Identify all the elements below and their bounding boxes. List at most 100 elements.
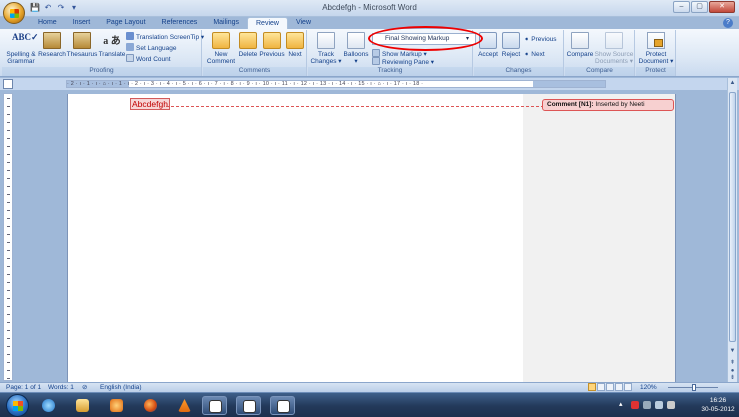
spelling-grammar-button[interactable]: ABC✓ Spelling & Grammar (4, 32, 38, 65)
next-comment-icon (286, 32, 304, 49)
scroll-up-icon[interactable]: ▲ (729, 80, 736, 87)
comment-balloon[interactable]: Comment [N1]: Inserted by Neeti (542, 99, 674, 111)
translate-button[interactable]: a あ Translate (98, 32, 126, 58)
ribbon-tabs: Home Insert Page Layout References Maili… (30, 17, 319, 29)
signal-icon[interactable] (655, 401, 663, 409)
page-count[interactable]: Page: 1 of 1 (6, 383, 41, 392)
scroll-down-icon[interactable]: ▼ (729, 348, 736, 355)
delete-comment-button[interactable]: Delete (237, 32, 259, 58)
start-button[interactable] (6, 394, 29, 417)
outline-view-button[interactable] (615, 383, 623, 391)
horizontal-ruler[interactable]: · 2 · ı · 1 · ı · ⌂ · ı · 1 · ı · 2 · ı … (66, 80, 606, 88)
reject-button[interactable]: Reject (500, 32, 522, 58)
status-bar: Page: 1 of 1 Words: 1 ⊘ English (India) … (0, 382, 739, 392)
protect-document-button[interactable]: Protect Document ▾ (637, 32, 675, 65)
research-button[interactable]: Research (38, 32, 66, 58)
next-comment-button[interactable]: Next (285, 32, 305, 58)
taskbar-word-window-3[interactable] (270, 396, 295, 415)
file-explorer-icon[interactable] (70, 396, 95, 415)
comments-group-label: Comments (203, 67, 306, 76)
vertical-ruler-tick (7, 282, 10, 283)
reviewing-pane-icon (372, 57, 380, 65)
tab-view[interactable]: View (288, 17, 319, 29)
clock-time: 16:26 (709, 397, 727, 404)
close-button[interactable]: ✕ (709, 1, 735, 13)
network-icon[interactable] (643, 401, 651, 409)
vertical-ruler-tick (7, 378, 10, 379)
clock[interactable]: 16:26 30-05-2012 (701, 396, 735, 414)
track-changes-button[interactable]: Track Changes ▾ (310, 32, 342, 65)
taskbar-word-window-1[interactable] (202, 396, 227, 415)
system-tray: ▴ 16:26 30-05-2012 (615, 395, 735, 416)
firefox-icon[interactable] (138, 396, 163, 415)
tab-home[interactable]: Home (30, 17, 65, 29)
office-button[interactable] (3, 2, 25, 24)
web-layout-view-button[interactable] (606, 383, 614, 391)
research-icon (43, 32, 61, 49)
media-player-icon[interactable] (104, 396, 129, 415)
vlc-icon[interactable] (172, 396, 197, 415)
internet-explorer-icon[interactable] (36, 396, 61, 415)
new-comment-icon (212, 32, 230, 49)
tab-references[interactable]: References (154, 17, 206, 29)
show-source-documents-button[interactable]: Show Source Documents ▾ (594, 32, 634, 65)
next-arrow-icon: ➧ (524, 51, 530, 58)
vertical-ruler-tick (7, 290, 10, 291)
vertical-ruler-tick (7, 274, 10, 275)
previous-arrow-icon: ➧ (524, 36, 530, 43)
proofing-status-icon[interactable]: ⊘ (82, 383, 87, 392)
zoom-level[interactable]: 120% (640, 383, 657, 392)
taskbar-word-window-2[interactable] (236, 396, 261, 415)
windows-taskbar: ▴ 16:26 30-05-2012 (0, 392, 739, 417)
tab-page-layout[interactable]: Page Layout (98, 17, 153, 29)
protect-document-icon (647, 32, 665, 49)
reviewing-pane-button[interactable]: Reviewing Pane ▾ (372, 57, 434, 67)
draft-view-button[interactable] (624, 383, 632, 391)
action-center-icon[interactable] (631, 401, 639, 409)
balloons-button[interactable]: Balloons ▾ (342, 32, 370, 65)
translate-icon: a あ (103, 36, 121, 47)
next-change-button[interactable]: ➧ Next (524, 50, 545, 59)
vertical-ruler-tick (7, 202, 10, 203)
vertical-ruler-tick (7, 250, 10, 251)
document-page[interactable] (67, 94, 523, 382)
show-hidden-icons-icon[interactable]: ▴ (619, 400, 627, 408)
translation-screentip-button[interactable]: Translation ScreenTip ▾ (126, 32, 204, 42)
previous-change-button[interactable]: ➧ Previous (524, 35, 557, 44)
tab-review[interactable]: Review (247, 17, 288, 29)
clock-date: 30-05-2012 (701, 406, 735, 413)
zoom-slider[interactable] (664, 384, 722, 391)
vertical-scrollbar[interactable]: ▲ ▼ ⇞ ● ⇟ (727, 78, 737, 382)
set-language-button[interactable]: Set Language (126, 43, 176, 53)
previous-comment-button[interactable]: Previous (259, 32, 285, 58)
vertical-ruler-tick (7, 266, 10, 267)
new-comment-button[interactable]: New Comment (205, 32, 237, 65)
tab-mailings[interactable]: Mailings (205, 17, 247, 29)
comment-label: Comment [N1]: (547, 101, 594, 108)
tab-selector-button[interactable] (3, 79, 13, 89)
tab-insert[interactable]: Insert (65, 17, 99, 29)
select-browse-object-icon[interactable]: ● (729, 368, 736, 375)
help-icon[interactable]: ? (723, 18, 733, 28)
next-page-icon[interactable]: ⇟ (729, 375, 736, 382)
thesaurus-icon (73, 32, 91, 49)
word-count-button[interactable]: Word Count (126, 54, 171, 64)
word-count[interactable]: Words: 1 (48, 383, 74, 392)
tracking-group-label: Tracking (308, 67, 472, 76)
minimize-button[interactable]: – (673, 1, 690, 13)
compare-button[interactable]: Compare (566, 32, 594, 58)
vertical-ruler-tick (7, 138, 10, 139)
vertical-ruler-tick (7, 242, 10, 243)
volume-icon[interactable] (667, 401, 675, 409)
vertical-ruler-tick (7, 354, 10, 355)
language-status[interactable]: English (India) (100, 383, 142, 392)
full-screen-reading-view-button[interactable] (597, 383, 605, 391)
print-layout-view-button[interactable] (588, 383, 596, 391)
scroll-thumb[interactable] (729, 92, 736, 342)
inserted-text[interactable]: Abcdefgh (130, 98, 170, 110)
thesaurus-button[interactable]: Thesaurus (66, 32, 98, 58)
zoom-slider-knob[interactable] (692, 384, 697, 391)
show-markup-icon (372, 49, 380, 57)
previous-page-icon[interactable]: ⇞ (729, 360, 736, 367)
maximize-button[interactable]: ▢ (691, 1, 708, 13)
